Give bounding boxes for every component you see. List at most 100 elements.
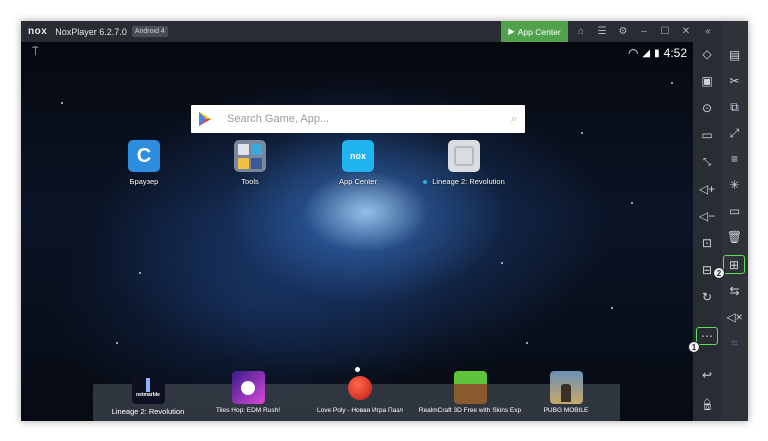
cut-button[interactable]: ✂ xyxy=(721,70,748,92)
lineage-icon xyxy=(448,140,480,172)
toolbox-icon: ⊟ xyxy=(701,263,713,277)
hamburger-icon: ≡ xyxy=(730,152,738,166)
dock-label: PUBG MOBILE xyxy=(543,407,589,414)
usb-icon: ⍑ xyxy=(32,46,39,58)
dock-app-love-poly[interactable]: Love Poly - Новая Игра Пазл xyxy=(305,375,415,414)
pubg-icon xyxy=(549,371,583,404)
realmcraft-icon xyxy=(453,371,487,404)
android-screen[interactable]: ⍑ ◠ ◢ ▮ 4:52 Search Game, App... ⌕ C Бра… xyxy=(21,42,693,421)
dock-label: Tiles Hop: EDM Rush! xyxy=(215,407,281,414)
app-center-label: App Center xyxy=(517,26,561,37)
clock: 4:52 xyxy=(663,46,687,60)
dock: netmarble Lineage 2: Revolution Tiles Ho… xyxy=(93,371,621,421)
settings-icon[interactable]: ⚙ xyxy=(613,21,633,42)
recent-apps-button[interactable]: ⧈ xyxy=(694,395,721,417)
screenshot-button[interactable]: ⊡ xyxy=(693,232,721,254)
location-icon: ⊙ xyxy=(701,101,713,115)
fullscreen-icon: ⤡ xyxy=(703,156,711,168)
nox-logo: nox xyxy=(28,26,48,37)
fullscreen-button[interactable]: ⤡ xyxy=(693,151,721,173)
dock-app-realmcraft[interactable]: RealmCraft 3D Free with Skins Exp xyxy=(415,371,525,414)
refresh-icon: ↻ xyxy=(701,290,713,304)
resize-icon: ⤢ xyxy=(729,125,740,140)
google-play-icon xyxy=(199,112,211,126)
multi-instance-button[interactable]: ⧉ xyxy=(721,96,748,118)
mute-button[interactable]: ◁× xyxy=(721,306,748,328)
shake-icon: ⌗ xyxy=(731,335,738,350)
title-bar: nox NoxPlayer 6.2.7.0 Android 4 ▶ App Ce… xyxy=(21,21,748,42)
menu-button[interactable]: ≡ xyxy=(721,148,748,170)
app-center-icon: nox xyxy=(342,140,374,172)
app-tools[interactable]: Tools xyxy=(205,140,295,186)
macro-icon: ▤ xyxy=(728,48,741,62)
app-title: NoxPlayer 6.2.7.0 xyxy=(55,26,127,37)
love-poly-icon xyxy=(344,371,377,404)
browser-icon: C xyxy=(128,140,160,172)
volume-down-button[interactable]: ◁− xyxy=(693,205,721,227)
shake-button[interactable]: ⌗ xyxy=(721,332,748,354)
tools-folder-icon xyxy=(234,140,266,172)
monitor-icon: ▭ xyxy=(701,128,713,142)
keyboard-icon: ⊞ xyxy=(728,257,740,272)
signal-icon: ◢ xyxy=(642,47,651,59)
app-browser[interactable]: C Браузер xyxy=(99,140,189,186)
minimize-icon[interactable]: – xyxy=(634,21,654,42)
location-button[interactable]: ⊙ xyxy=(693,97,721,119)
app-app-center[interactable]: nox App Center xyxy=(313,140,403,186)
volume-down-icon: ◁− xyxy=(698,209,716,223)
more-icon: ⋯ xyxy=(701,329,713,343)
trash-icon: 🗑 xyxy=(726,230,743,244)
volume-up-icon: ◁+ xyxy=(698,182,716,196)
maximize-icon[interactable]: ☐ xyxy=(655,21,675,42)
volume-up-button[interactable]: ◁+ xyxy=(693,178,721,200)
android-version-badge: Android 4 xyxy=(131,26,168,37)
record-button[interactable]: ▭ xyxy=(721,200,748,222)
delete-button[interactable]: 🗑 xyxy=(721,226,748,248)
close-icon[interactable]: ✕ xyxy=(676,21,696,42)
app-label: App Center xyxy=(339,177,377,186)
shirt-icon[interactable]: ⌂ xyxy=(571,21,591,42)
keyboard-mapping-button[interactable]: ⊞ xyxy=(722,254,746,275)
refresh-button[interactable]: ↻ xyxy=(693,286,721,308)
scissors-icon: ✂ xyxy=(729,74,740,88)
noxplayer-window: nox NoxPlayer 6.2.7.0 Android 4 ▶ App Ce… xyxy=(21,21,748,421)
apk-icon: ▣ xyxy=(701,74,713,88)
menu-icon[interactable]: ☰ xyxy=(592,21,612,42)
swap-icon: ⇆ xyxy=(729,284,740,298)
sync-button[interactable]: ⇆ xyxy=(721,280,748,302)
dock-label: Love Poly - Новая Игра Пазл xyxy=(317,407,403,414)
back-icon: ↩ xyxy=(701,368,713,382)
collapse-sidebar-icon[interactable]: « xyxy=(698,21,718,42)
rotate-icon: ◇ xyxy=(702,47,712,61)
wifi-icon: ◠ xyxy=(627,46,639,60)
battery-icon: ▮ xyxy=(654,47,660,59)
app-lineage[interactable]: Lineage 2: Revolution xyxy=(419,140,509,186)
multi-instance-icon: ⧉ xyxy=(730,99,739,114)
rotate-button[interactable]: ◇ xyxy=(693,43,721,65)
apk-button[interactable]: ▣ xyxy=(693,70,721,92)
loading-button[interactable]: ✳ xyxy=(721,174,748,196)
dock-app-tiles-hop[interactable]: Tiles Hop: EDM Rush! xyxy=(193,371,303,414)
status-bar: ◠ ◢ ▮ 4:52 xyxy=(628,45,687,61)
search-icon[interactable]: ⌕ xyxy=(511,113,517,126)
dock-app-pubg[interactable]: PUBG MOBILE xyxy=(511,371,621,414)
resize-button[interactable]: ⤢ xyxy=(721,122,748,144)
search-bar[interactable]: Search Game, App... ⌕ xyxy=(191,105,525,133)
back-button[interactable]: ↩ xyxy=(693,364,721,386)
macro-button[interactable]: ▤ xyxy=(721,44,748,66)
screenshot-icon: ⊡ xyxy=(701,236,713,250)
search-input[interactable]: Search Game, App... xyxy=(227,113,511,125)
recent-apps-icon: ⧈ xyxy=(703,398,712,413)
lineage-dock-icon: netmarble xyxy=(131,371,165,404)
marker-1: 1 xyxy=(688,341,700,353)
toolbar-column-right: ▤ ✂ ⧉ ⤢ ≡ ✳ ▭ 🗑 ⊞ ⇆ ◁× ⌗ ⧈ 2 xyxy=(704,21,748,421)
dock-app-lineage[interactable]: netmarble Lineage 2: Revolution xyxy=(93,371,203,416)
tiles-hop-icon xyxy=(231,371,265,404)
dock-label: Lineage 2: Revolution xyxy=(111,407,185,416)
screen-button[interactable]: ▭ xyxy=(693,124,721,146)
mute-icon: ◁× xyxy=(726,310,743,324)
marker-2: 2 xyxy=(713,267,725,279)
dock-label: RealmCraft 3D Free with Skins Exp xyxy=(418,407,522,414)
app-label: Lineage 2: Revolution xyxy=(423,177,505,186)
app-center-button[interactable]: ▶ App Center xyxy=(501,21,568,42)
